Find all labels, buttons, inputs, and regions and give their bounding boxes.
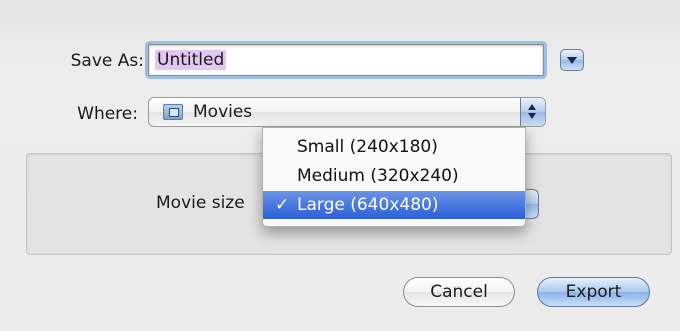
filename-value: Untitled <box>155 50 227 70</box>
where-value: Movies <box>193 102 253 122</box>
movie-size-menu: Small (240x180) Medium (320x240) ✓ Large… <box>262 127 526 227</box>
menu-item-label: Large (640x480) <box>297 195 439 215</box>
folder-icon <box>163 104 183 120</box>
menu-item-label: Small (240x180) <box>297 137 438 157</box>
export-button[interactable]: Export <box>537 277 650 307</box>
menu-item-small[interactable]: Small (240x180) <box>263 133 525 161</box>
checkmark-icon: ✓ <box>275 195 290 215</box>
save-as-label: Save As: <box>70 51 144 71</box>
chevron-down-icon <box>567 57 577 64</box>
menu-item-label: Medium (320x240) <box>297 166 459 186</box>
expand-dialog-button[interactable] <box>560 49 584 71</box>
up-down-arrows-icon <box>520 98 545 126</box>
save-dialog: Save As: Untitled Where: Movies Movie si… <box>0 0 680 331</box>
filename-input[interactable]: Untitled <box>148 44 544 76</box>
menu-item-medium[interactable]: Medium (320x240) <box>263 162 525 190</box>
where-popup[interactable]: Movies <box>148 97 546 127</box>
menu-item-large[interactable]: ✓ Large (640x480) <box>263 191 525 219</box>
where-label: Where: <box>77 104 138 124</box>
cancel-button[interactable]: Cancel <box>403 277 515 307</box>
movie-size-label: Movie size <box>156 193 245 213</box>
